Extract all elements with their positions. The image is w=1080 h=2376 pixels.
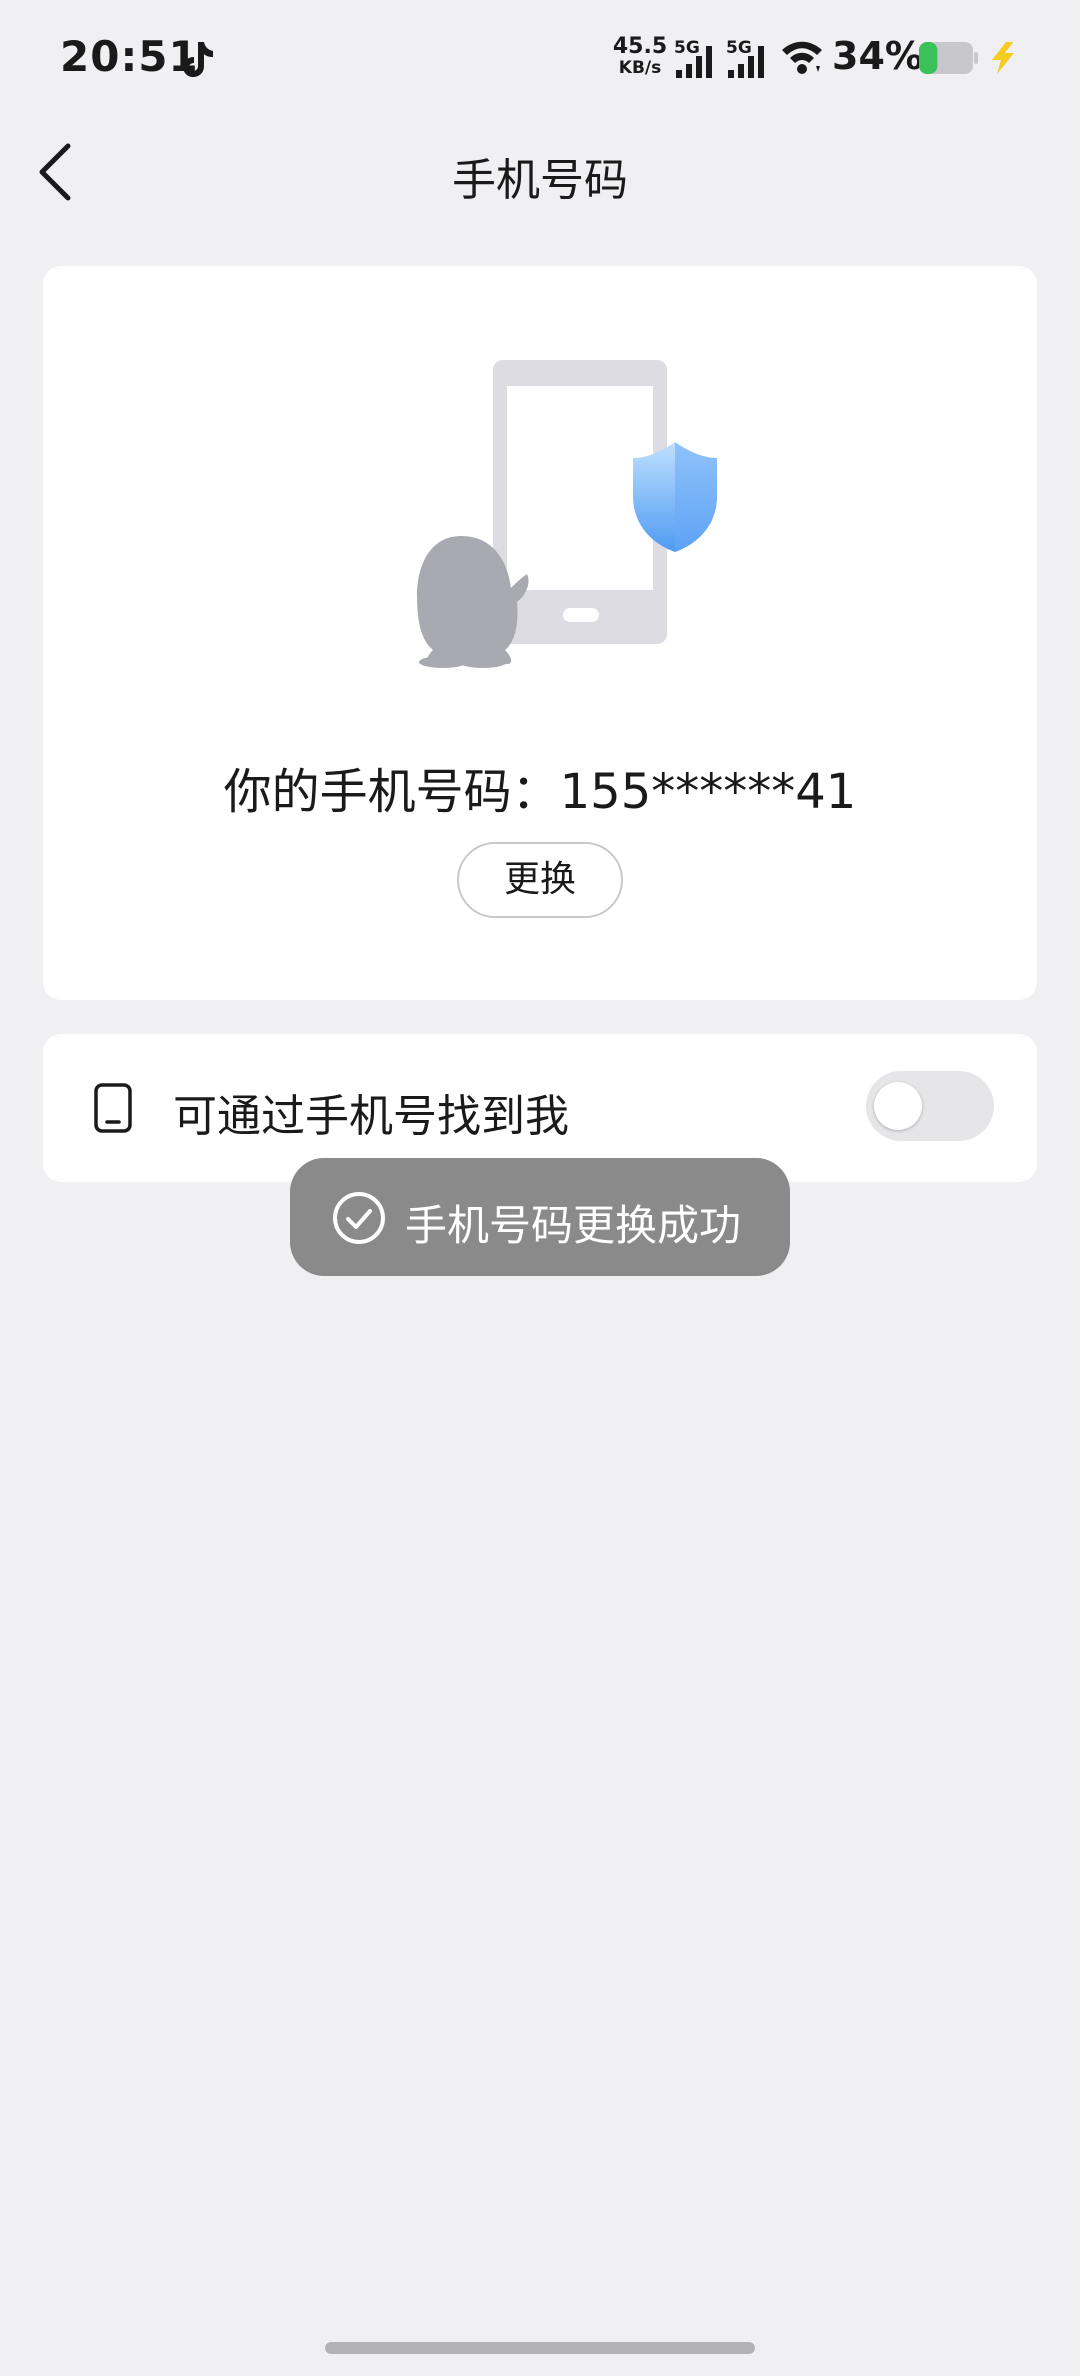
wifi-icon [782,41,822,74]
find-me-toggle[interactable] [866,1071,994,1141]
phone-number-text: 你的手机号码：155******41 [223,764,857,820]
home-indicator[interactable] [325,2342,755,2354]
sim2-signal-icon: 5G [726,38,772,80]
network-speed-value: 45.5 [612,34,668,59]
toggle-knob [874,1082,922,1130]
battery-icon [919,42,978,74]
charging-bolt-icon [992,41,1014,74]
success-toast: 手机号码更换成功 [290,1158,790,1276]
check-circle-icon [333,1192,385,1244]
battery-percent: 34% [832,34,923,78]
tiktok-icon [183,42,213,77]
phone-number-card: 你的手机号码：155******41 更换 [43,266,1037,1000]
network-speed-unit: KB/s [618,58,662,78]
network-speed: 45.5 KB/s [610,36,670,77]
phone-security-illustration [417,360,717,668]
toast-message: 手机号码更换成功 [405,1201,742,1250]
phone-device-icon [94,1083,132,1133]
sim1-signal-icon: 5G [674,38,720,80]
find-me-label: 可通过手机号找到我 [173,1091,569,1142]
change-number-button[interactable]: 更换 [457,842,623,918]
status-bar: 20:51 45.5 KB/s 5G 5G 34% [0,0,1080,118]
page-title: 手机号码 [452,155,628,206]
